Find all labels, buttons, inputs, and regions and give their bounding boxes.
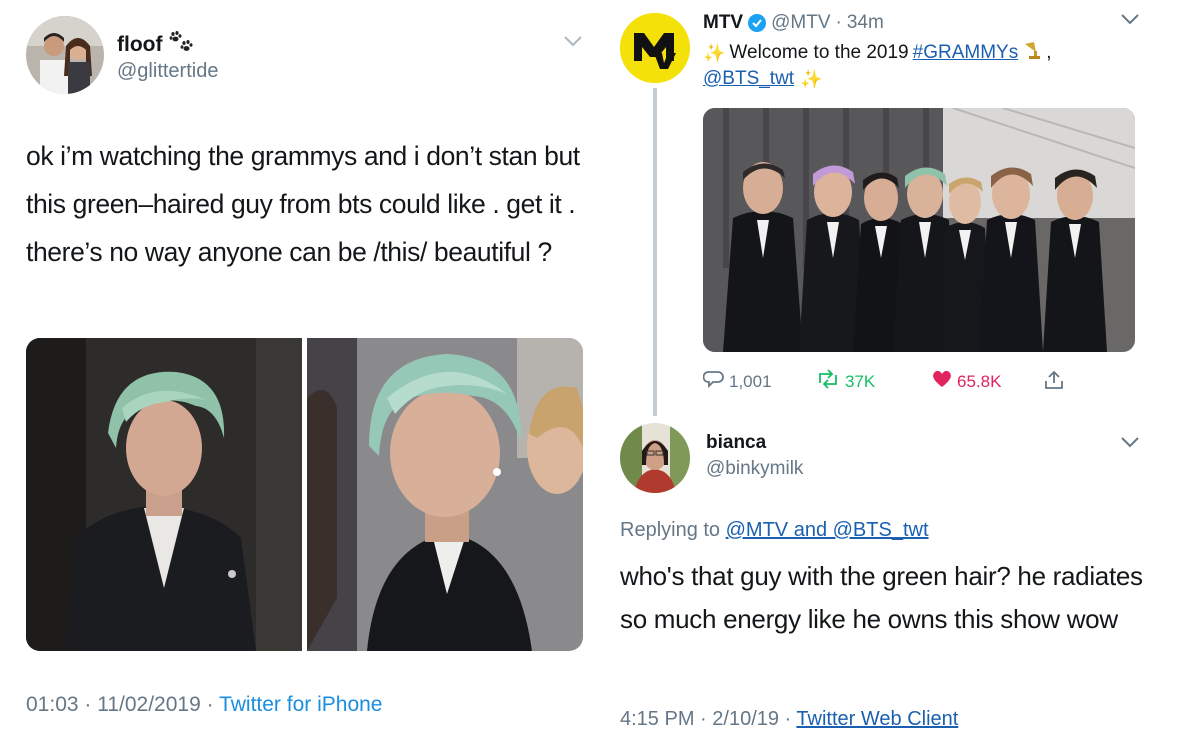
reply-count: 1,001	[729, 371, 772, 391]
chevron-down-icon[interactable]	[1119, 12, 1141, 31]
tweet-date: 2/10/19	[712, 708, 779, 730]
tweet-photo[interactable]	[703, 108, 1135, 352]
tweet-date: 11/02/2019	[97, 693, 201, 716]
tweet-meta: 01:03 · 11/02/2019 · Twitter for iPhone	[26, 693, 382, 717]
tweet-time: 01:03	[26, 693, 79, 716]
retweet-count: 37K	[845, 371, 876, 391]
tweet-time: 4:15 PM	[620, 708, 695, 730]
separator: ·	[835, 12, 842, 33]
avatar[interactable]	[620, 13, 690, 83]
tweet-source-link[interactable]: Twitter for iPhone	[219, 693, 382, 716]
tweet-text: ✨ Welcome to the 2019 #GRAMMYs ,	[703, 40, 1051, 66]
avatar[interactable]	[620, 423, 690, 493]
chevron-down-icon[interactable]	[1119, 435, 1141, 454]
mention-link[interactable]: @BTS_twt	[703, 68, 794, 90]
handle[interactable]: @binkymilk	[706, 458, 803, 480]
heart-icon	[931, 369, 953, 394]
share-icon	[1043, 369, 1065, 396]
gramophone-icon	[1022, 40, 1042, 66]
chevron-down-icon[interactable]	[562, 34, 584, 53]
share-button[interactable]	[1043, 369, 1065, 396]
tweet-age[interactable]: 34m	[847, 12, 884, 34]
tweet-text-line-2: @BTS_twt ✨	[703, 68, 823, 90]
replying-label: Replying to	[620, 519, 721, 541]
display-name[interactable]: floof	[117, 30, 194, 60]
separator: ·	[694, 708, 713, 730]
thread-line	[653, 88, 657, 416]
verified-badge-icon	[748, 14, 767, 32]
reply-button[interactable]: 1,001	[702, 369, 772, 394]
handle[interactable]: @glittertide	[117, 60, 218, 83]
reply-icon	[702, 369, 725, 394]
sparkles-icon: ✨	[703, 42, 726, 63]
display-name[interactable]: MTV	[703, 12, 743, 34]
paw-prints-icon	[168, 30, 194, 60]
like-button[interactable]: 65.8K	[931, 369, 1001, 394]
mtv-logo-icon	[620, 13, 690, 83]
comma: ,	[1046, 42, 1052, 63]
separator: ·	[200, 693, 220, 716]
tweet-photo[interactable]	[307, 338, 583, 651]
replying-to: Replying to @MTV and @BTS_twt	[620, 519, 929, 542]
tweet-meta: 4:15 PM · 2/10/19 · Twitter Web Client	[620, 708, 958, 731]
separator: ·	[779, 708, 797, 730]
replying-to-link[interactable]: @MTV and @BTS_twt	[726, 519, 929, 541]
display-name-text: floof	[117, 33, 163, 56]
retweet-button[interactable]: 37K	[815, 369, 875, 394]
sparkles-icon: ✨	[800, 68, 823, 89]
tweet-photo[interactable]	[26, 338, 302, 651]
retweet-icon	[815, 369, 841, 394]
tweet-actions: 1,001 37K 65.8K	[702, 369, 1065, 396]
separator: ·	[78, 693, 98, 716]
display-name[interactable]: bianca	[706, 432, 766, 454]
tweet-text: ok i’m watching the grammys and i don’t …	[26, 141, 580, 267]
avatar[interactable]	[26, 16, 104, 94]
like-count: 65.8K	[957, 371, 1002, 391]
tweet-text-prefix: Welcome to the 2019	[729, 42, 909, 63]
handle[interactable]: @MTV	[771, 12, 830, 34]
hashtag-link[interactable]: #GRAMMYs	[913, 42, 1019, 64]
tweet-header: MTV @MTV · 34m	[703, 12, 884, 34]
tweet-text: who's that guy with the green hair? he r…	[620, 561, 1143, 634]
tweet-source-link[interactable]: Twitter Web Client	[796, 708, 958, 730]
